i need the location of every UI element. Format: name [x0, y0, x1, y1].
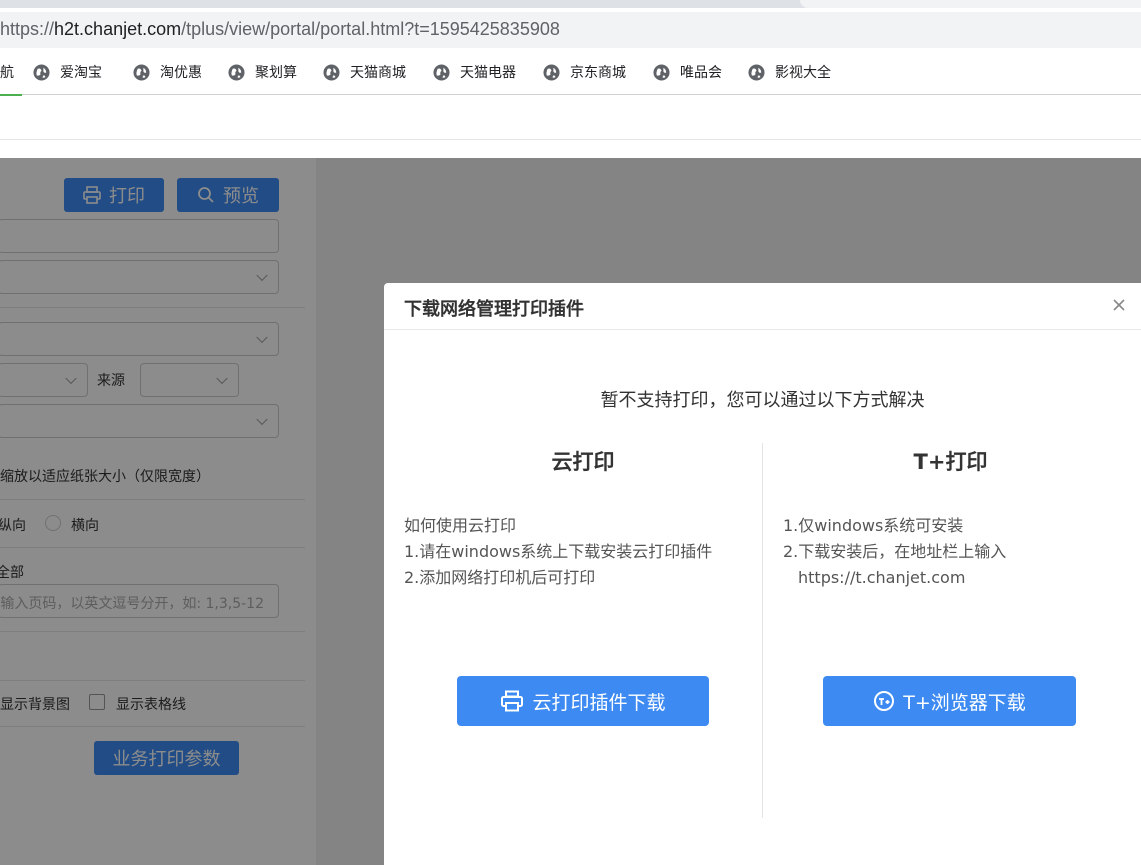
browser-tab[interactable] — [800, 0, 1141, 8]
bookmark-label: 天猫商城 — [350, 65, 406, 81]
address-bar[interactable]: https://h2t.chanjet.com/tplus/view/porta… — [0, 12, 1141, 48]
bookmarks-bar: 航 爱淘宝 淘优惠 聚划算 天猫商城 天猫电器 京东商城 唯品会 影视大全 — [0, 52, 1141, 92]
cloud-line: 如何使用云打印 — [404, 516, 517, 535]
tplus-line: 1.仅windows系统可安装 — [783, 516, 964, 535]
cloud-line: 2.添加网络打印机后可打印 — [404, 568, 596, 587]
globe-icon — [543, 63, 560, 81]
bookmark-item[interactable]: 淘优惠 — [133, 62, 202, 82]
bookmark-item[interactable]: 爱淘宝 — [33, 62, 102, 82]
cloud-print-title: 云打印 — [551, 450, 615, 474]
bookmark-label: 聚划算 — [255, 65, 297, 81]
printer-icon — [501, 690, 524, 712]
app-header — [0, 96, 1141, 140]
tplus-line: 2.下载安装后，在地址栏上输入 — [783, 542, 1007, 561]
url-scheme: https:// — [0, 19, 55, 39]
bookmark-label: 影视大全 — [775, 65, 831, 81]
bookmark-label: 航 — [0, 65, 14, 81]
tplus-print-instructions: 1.仅windows系统可安装 2.下载安装后，在地址栏上输入 https://… — [783, 513, 1006, 591]
cloud-download-label: 云打印插件下载 — [532, 691, 666, 714]
globe-icon — [133, 63, 150, 81]
globe-icon — [653, 63, 670, 81]
tplus-print-title: T+打印 — [913, 450, 988, 474]
bookmark-item[interactable]: 聚划算 — [228, 62, 297, 82]
dialog-title: 下载网络管理打印插件 — [404, 299, 584, 320]
bookmark-label: 京东商城 — [570, 65, 626, 81]
dialog-subtitle: 暂不支持打印，您可以通过以下方式解决 — [600, 390, 925, 411]
browser-tab-strip — [0, 0, 1141, 8]
url-host: h2t.chanjet.com — [54, 19, 182, 39]
bookmark-item[interactable]: 京东商城 — [543, 62, 626, 82]
tplus-browser-download-button[interactable]: T+浏览器下载 — [823, 676, 1076, 726]
toolbar-divider — [0, 94, 1141, 95]
globe-icon — [323, 63, 340, 81]
download-plugin-dialog: 下载网络管理打印插件 暂不支持打印，您可以通过以下方式解决 云打印 T+打印 如… — [384, 283, 1141, 865]
globe-icon — [748, 63, 765, 81]
bookmark-label: 天猫电器 — [460, 65, 516, 81]
bookmark-item[interactable]: 天猫电器 — [433, 62, 516, 82]
globe-icon — [33, 63, 50, 81]
bookmark-item[interactable]: 天猫商城 — [323, 62, 406, 82]
column-divider — [762, 443, 763, 818]
cloud-print-instructions: 如何使用云打印 1.请在windows系统上下载安装云打印插件 2.添加网络打印… — [404, 513, 712, 591]
bookmark-item[interactable]: 影视大全 — [748, 62, 831, 82]
cloud-plugin-download-button[interactable]: 云打印插件下载 — [457, 676, 709, 726]
bookmark-label: 淘优惠 — [160, 65, 202, 81]
bookmark-item[interactable]: 航 — [0, 62, 14, 82]
url-path: /tplus/view/portal/portal.html?t=1595425… — [181, 19, 560, 39]
globe-icon — [433, 63, 450, 81]
tplus-download-label: T+浏览器下载 — [903, 691, 1026, 714]
tplus-address: https://t.chanjet.com — [798, 568, 966, 587]
bookmark-label: 爱淘宝 — [60, 65, 102, 81]
dialog-header: 下载网络管理打印插件 — [384, 283, 1141, 330]
url-text[interactable]: https://h2t.chanjet.com/tplus/view/porta… — [0, 19, 560, 40]
bookmark-label: 唯品会 — [680, 65, 722, 81]
bookmark-item[interactable]: 唯品会 — [653, 62, 722, 82]
cloud-line: 1.请在windows系统上下载安装云打印插件 — [404, 542, 713, 561]
tplus-logo-icon — [874, 691, 895, 711]
close-icon[interactable] — [1111, 297, 1127, 313]
globe-icon — [228, 63, 245, 81]
